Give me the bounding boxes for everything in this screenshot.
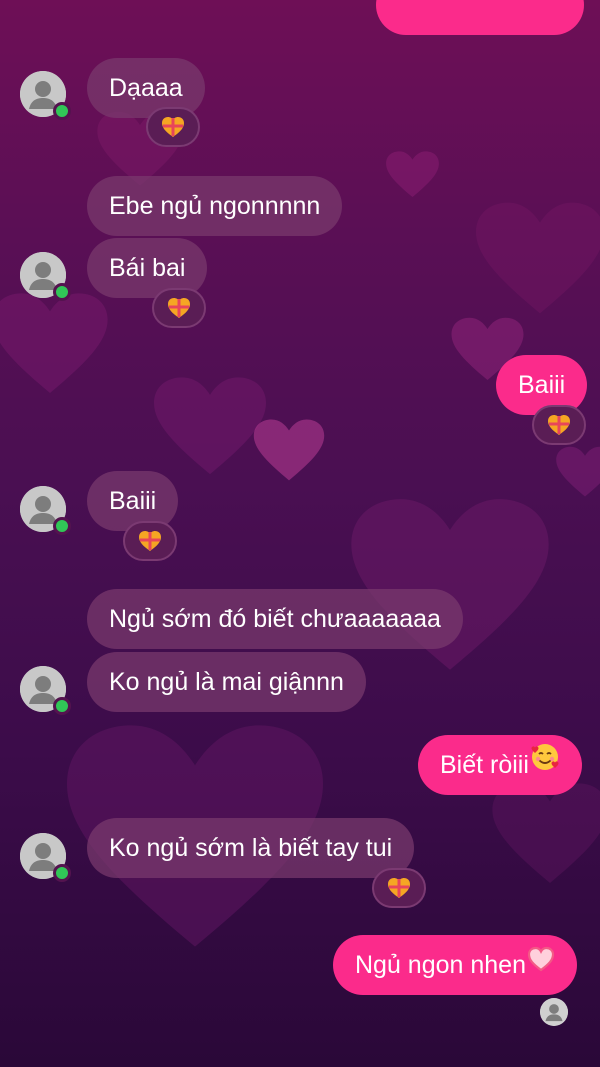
message-text: Baiii: [518, 371, 566, 399]
outgoing-message[interactable]: Ngủ ngon nhen: [333, 935, 577, 995]
gift-heart-icon: [162, 117, 184, 137]
message-text: Dạaaa: [109, 74, 183, 102]
message-list[interactable]: Dạaaa Ebe ngủ ngonnnnn Bái bai Baiii Bai…: [0, 0, 600, 1067]
incoming-message[interactable]: Ngủ sớm đó biết chưaaaaaaa: [87, 589, 463, 649]
message-text: Bái bai: [109, 254, 186, 282]
outgoing-message[interactable]: [376, 0, 584, 35]
message-text: Ko ngủ sớm là biết tay tui: [109, 834, 393, 862]
outgoing-message[interactable]: Biết ròiii: [418, 735, 582, 795]
message-reaction[interactable]: [372, 868, 426, 908]
message-text: Ngủ sớm đó biết chưaaaaaaa: [109, 605, 441, 633]
incoming-message[interactable]: Ko ngủ là mai giậnnn: [87, 652, 366, 712]
incoming-message[interactable]: Ebe ngủ ngonnnnn: [87, 176, 343, 236]
contact-avatar[interactable]: [20, 71, 71, 120]
gift-heart-icon: [168, 298, 190, 318]
message-reaction[interactable]: [152, 288, 206, 328]
message-text: Ngủ ngon nhen: [355, 951, 526, 979]
online-status-indicator: [53, 102, 71, 120]
online-status-indicator: [53, 517, 71, 535]
gift-heart-icon: [548, 415, 570, 435]
smiling-face-with-hearts-icon: [531, 744, 559, 771]
contact-avatar[interactable]: [20, 486, 71, 535]
message-text: Biết ròiii: [440, 751, 529, 779]
seen-indicator-avatar: [540, 998, 568, 1026]
message-text: Ko ngủ là mai giậnnn: [109, 668, 344, 696]
message-text: Ebe ngủ ngonnnnn: [109, 192, 321, 220]
message-reaction[interactable]: [123, 521, 177, 561]
message-reaction[interactable]: [146, 107, 200, 147]
pink-heart-icon: [527, 947, 555, 972]
contact-avatar[interactable]: [20, 833, 71, 882]
incoming-message[interactable]: Ko ngủ sớm là biết tay tui: [87, 818, 415, 878]
online-status-indicator: [53, 864, 71, 882]
gift-heart-icon: [139, 531, 161, 551]
message-reaction[interactable]: [532, 405, 586, 445]
contact-avatar[interactable]: [20, 666, 71, 715]
message-text: Baiii: [109, 487, 157, 515]
gift-heart-icon: [388, 878, 410, 898]
default-avatar-icon: [540, 998, 568, 1026]
online-status-indicator: [53, 697, 71, 715]
contact-avatar[interactable]: [20, 252, 71, 301]
online-status-indicator: [53, 283, 71, 301]
